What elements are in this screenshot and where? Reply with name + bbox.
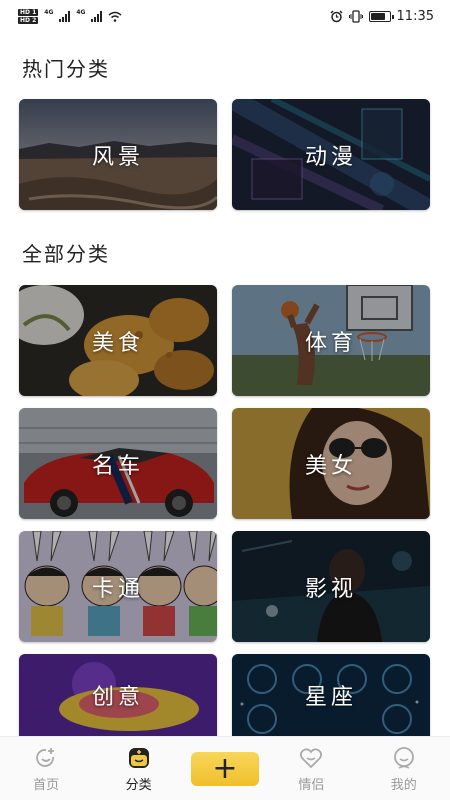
category-card-zodiac[interactable]: 星座 — [232, 654, 430, 736]
hot-categories-title: 热门分类 — [22, 57, 110, 81]
category-card-creative[interactable]: 创意 — [19, 654, 217, 736]
hd2-badge: HD 2 — [18, 16, 39, 24]
status-time: 11:35 — [396, 8, 434, 24]
category-label: 风景 — [91, 144, 144, 170]
battery-level — [370, 12, 385, 20]
bottom-nav: 首页 分类 + 情侣 我的 — [0, 736, 450, 800]
category-smile-icon — [128, 747, 149, 768]
nav-category-label: 分类 — [125, 777, 152, 793]
add-button[interactable]: + — [190, 750, 259, 786]
category-card-beauty[interactable]: 美女 — [232, 408, 430, 519]
status-right: 11:35 — [330, 9, 434, 24]
category-card-car[interactable]: 名车 — [19, 408, 217, 519]
status-bar: HD 1 HD 2 4G 4G 11:35 — [0, 0, 450, 32]
heart-icon — [300, 747, 323, 768]
category-label: 名车 — [91, 453, 144, 479]
category-label: 卡通 — [91, 576, 144, 602]
category-card-landscape[interactable]: 风景 — [19, 99, 217, 210]
signal-2-icon — [91, 10, 103, 22]
network-type-1: 4G — [44, 8, 54, 16]
category-label: 动漫 — [304, 144, 357, 170]
profile-smile-icon — [393, 746, 414, 769]
category-label: 星座 — [304, 685, 357, 710]
nav-mine[interactable]: 我的 — [364, 745, 444, 793]
nav-mine-label: 我的 — [390, 777, 417, 793]
vibrate-icon — [348, 9, 363, 23]
nav-home-label: 首页 — [33, 777, 60, 793]
category-label: 体育 — [304, 330, 357, 356]
hd-indicators: HD 1 HD 2 — [18, 8, 39, 24]
hd1-badge: HD 1 — [18, 8, 39, 16]
category-card-sports[interactable]: 体育 — [232, 285, 430, 396]
signal-1-icon — [59, 10, 71, 22]
nav-home[interactable]: 首页 — [6, 745, 86, 793]
category-label: 创意 — [91, 685, 144, 710]
category-label: 美食 — [91, 330, 144, 356]
category-card-anime[interactable]: 动漫 — [232, 99, 430, 210]
home-smile-icon — [36, 747, 55, 767]
nav-couple[interactable]: 情侣 — [271, 745, 351, 793]
wifi-icon — [109, 11, 122, 22]
category-card-film[interactable]: 影视 — [232, 531, 430, 642]
all-categories-title: 全部分类 — [22, 242, 110, 266]
network-type-2: 4G — [76, 8, 86, 16]
category-label: 美女 — [304, 453, 357, 479]
nav-category[interactable]: 分类 — [99, 745, 179, 793]
category-card-cartoon[interactable]: 卡通 — [19, 531, 217, 642]
alarm-icon — [330, 9, 343, 22]
battery-icon — [368, 10, 394, 22]
category-label: 影视 — [304, 576, 357, 602]
plus-icon: + — [212, 750, 238, 786]
category-card-food[interactable]: 美食 — [19, 285, 217, 396]
status-left: HD 1 HD 2 4G 4G — [18, 8, 122, 24]
nav-couple-label: 情侣 — [298, 777, 325, 793]
